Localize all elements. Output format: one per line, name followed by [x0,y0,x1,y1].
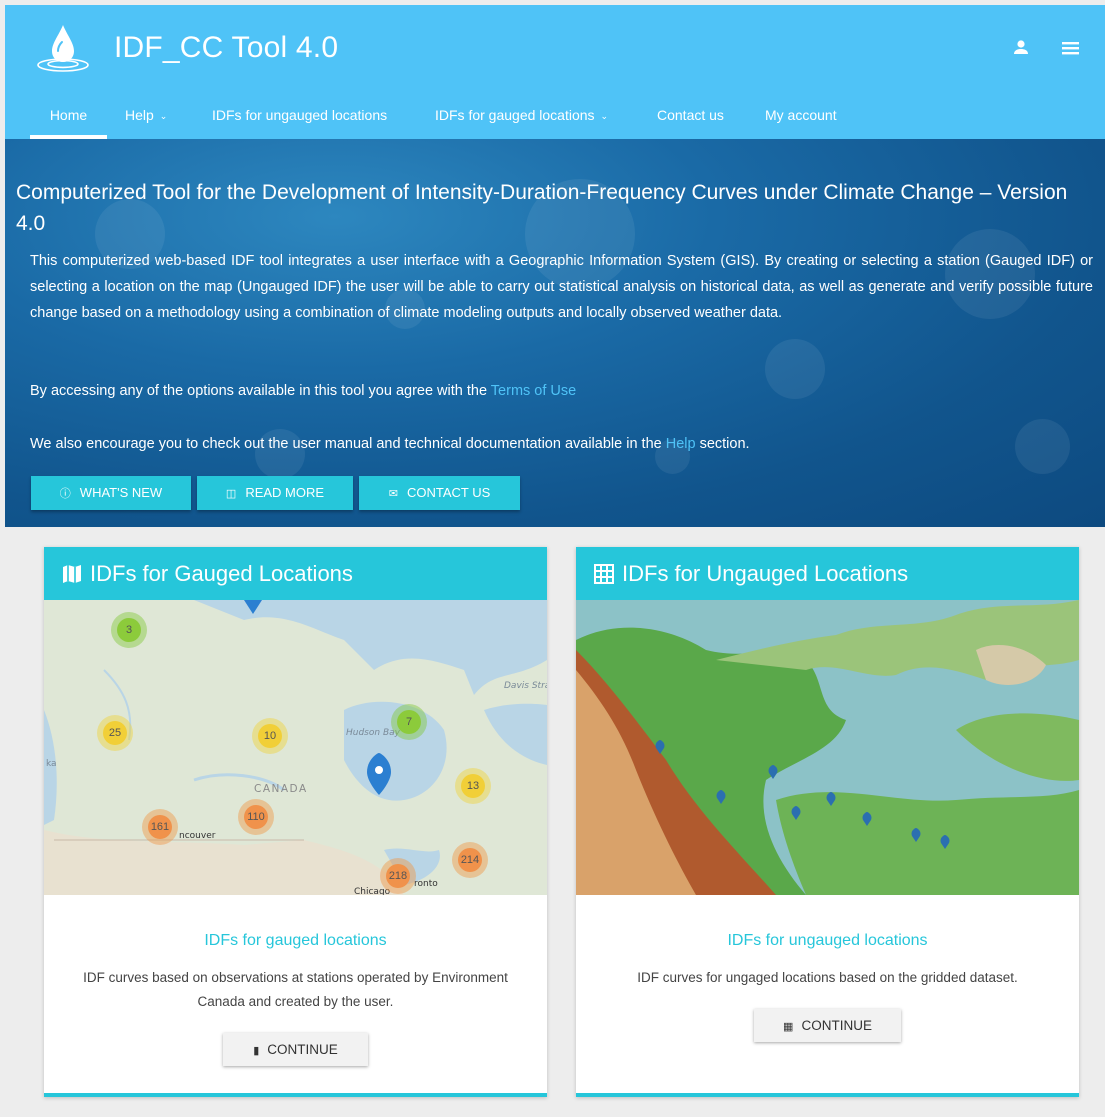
map-cluster[interactable]: 3 [111,612,147,648]
terrain-map-graphic [576,600,1079,895]
terms-of-use-link[interactable]: Terms of Use [491,383,576,399]
ungauged-locations-link[interactable]: IDFs for ungauged locations [576,932,1079,950]
map-cluster-count: 3 [117,618,141,642]
main-nav: Home Help ⌄ IDFs for ungauged locations I… [5,97,1105,139]
hamburger-menu-icon[interactable] [1060,37,1082,59]
card-header: IDFs for Ungauged Locations [576,547,1079,600]
map-cluster-count: 161 [148,815,172,839]
map-cluster-count: 218 [386,864,410,888]
map-cluster-count: 214 [458,848,482,872]
grid-icon: ▦ [783,1021,794,1033]
map-cluster-count: 13 [461,774,485,798]
nav-gauged-label: IDFs for gauged locations [435,107,595,123]
library-icon: ◫ [225,488,237,500]
read-more-button[interactable]: ◫ READ MORE [197,476,353,510]
help-link[interactable]: Help [666,436,696,452]
whats-new-label: WHAT'S NEW [79,485,163,500]
gauged-locations-card: IDFs for Gauged Locations Davis Strait H… [44,547,547,1097]
contact-us-button[interactable]: ✉ CONTACT US [359,476,520,510]
nav-my-account[interactable]: My account [765,97,837,139]
terms-prefix: By accessing any of the options availabl… [30,383,491,399]
chevron-down-icon: ⌄ [600,111,609,121]
app-title[interactable]: IDF_CC Tool 4.0 [114,31,338,65]
continue-label: CONTINUE [267,1042,338,1057]
user-icon[interactable] [1010,37,1032,59]
ungauged-gridded-map[interactable] [576,600,1079,895]
map-label-alaska: ka [46,759,57,769]
map-label-canada: CANADA [254,783,308,795]
map-label-vancouver: ncouver [179,831,216,841]
nav-ungauged-label: IDFs for ungauged locations [212,107,388,123]
map-cluster-count: 110 [244,805,268,829]
continue-label: CONTINUE [801,1018,872,1033]
map-label-toronto: ronto [414,879,438,889]
hero-manual: We also encourage you to check out the u… [30,431,1093,457]
map-cluster-count: 10 [258,724,282,748]
card-description: IDF curves for ungaged locations based o… [637,970,1018,985]
nav-help-label: Help [125,107,154,123]
map-cluster[interactable]: 25 [97,715,133,751]
map-icon [63,565,81,583]
manual-prefix: We also encourage you to check out the u… [30,436,666,452]
card-header: IDFs for Gauged Locations [44,547,547,600]
hero-title: Computerized Tool for the Development of… [16,181,1068,235]
nav-my-account-label: My account [765,107,837,123]
app-header: IDF_CC Tool 4.0 Home Help ⌄ IDFs for unga… [5,5,1105,139]
map-cluster[interactable]: 214 [452,842,488,878]
water-drop-logo-icon [37,25,89,72]
nav-home-label: Home [49,107,88,123]
card-title: IDFs for Gauged Locations [90,561,353,586]
read-more-label: READ MORE [245,485,325,500]
whats-new-button[interactable]: ⓘ WHAT'S NEW [31,476,191,510]
map-cluster[interactable]: 7 [391,704,427,740]
mail-icon: ✉ [388,488,398,500]
nav-help[interactable]: Help ⌄ [125,97,167,139]
hero-banner: Computerized Tool for the Development of… [5,139,1105,527]
map-icon: ▮ [253,1045,260,1057]
nav-gauged[interactable]: IDFs for gauged locations ⌄ [435,97,608,139]
nav-contact-label: Contact us [657,107,724,123]
map-cluster[interactable]: 161 [142,809,178,845]
map-cluster-count: 25 [103,721,127,745]
contact-us-label: CONTACT US [406,485,491,500]
map-cluster[interactable]: 10 [252,718,288,754]
hero-terms: By accessing any of the options availabl… [30,378,1093,404]
map-cluster[interactable]: 13 [455,768,491,804]
grid-icon [594,564,614,584]
card-title: IDFs for Ungauged Locations [622,561,909,586]
nav-contact[interactable]: Contact us [657,97,724,139]
info-icon: ⓘ [59,488,71,500]
map-cluster-count: 7 [397,710,421,734]
hero-intro: This computerized web-based IDF tool int… [30,253,1093,321]
gauged-stations-map[interactable]: Davis Strait Hudson Bay CANADA ncouver r… [44,600,547,895]
ungauged-continue-button[interactable]: ▦ CONTINUE [754,1009,901,1042]
nav-home[interactable]: Home [30,97,107,139]
map-label-davis-strait: Davis Strait [504,681,547,691]
chevron-down-icon: ⌄ [159,111,168,121]
card-description: IDF curves based on observations at stat… [83,970,508,1009]
nav-ungauged[interactable]: IDFs for ungauged locations [212,97,387,139]
gauged-locations-link[interactable]: IDFs for gauged locations [44,932,547,950]
gauged-continue-button[interactable]: ▮ CONTINUE [223,1033,368,1066]
ungauged-locations-card: IDFs for Ungauged Locations IDFs for ung… [576,547,1079,1097]
map-cluster[interactable]: 218 [380,858,416,894]
manual-suffix: section. [695,436,750,452]
map-cluster[interactable]: 110 [238,799,274,835]
